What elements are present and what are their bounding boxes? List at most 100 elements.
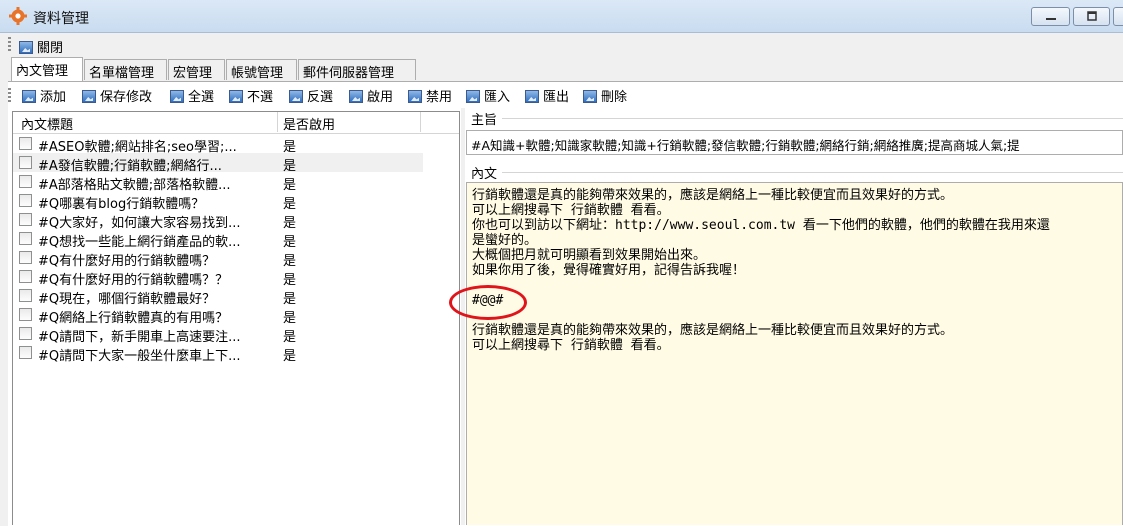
- list-row[interactable]: #ASEO軟體;網站排名;seo學習;... 是: [13, 134, 423, 155]
- row-checkbox[interactable]: [19, 289, 32, 302]
- list-row[interactable]: #Q有什麼好用的行銷軟體嗎？是: [13, 248, 423, 269]
- row-checkbox[interactable]: [19, 327, 32, 340]
- maximize-button[interactable]: [1073, 7, 1110, 26]
- content-line: 可以上網搜尋下 行銷軟體 看看。: [472, 203, 670, 218]
- picture-icon: [19, 41, 33, 54]
- picture-icon: [408, 90, 422, 103]
- tab-content-management[interactable]: 內文管理: [11, 57, 83, 81]
- row-checkbox[interactable]: [19, 346, 32, 359]
- content-line: 行銷軟體還是真的能夠帶來效果的，應該是網絡上一種比較便宜而且效果好的方式。: [472, 188, 954, 203]
- enable-button[interactable]: 啟用: [349, 86, 393, 105]
- close-menu-label: 關閉: [37, 41, 64, 56]
- content-list[interactable]: 內文標題 是否啟用 #ASEO軟體;網站排名;seo學習;... 是 #A發信軟體;…: [12, 111, 460, 525]
- invert-selection-button[interactable]: 反選: [289, 86, 333, 105]
- row-checkbox[interactable]: [19, 194, 32, 207]
- save-changes-button[interactable]: 保存修改: [82, 86, 152, 105]
- tab-label: 郵件伺服器管理: [303, 66, 395, 81]
- title-bar: 資料管理: [0, 0, 1123, 33]
- list-row[interactable]: #Q現在，哪個行銷軟體最好？是: [13, 286, 423, 307]
- list-row[interactable]: #Q大家好，如何讓大家容易找到... 是: [13, 210, 423, 231]
- content-label: 內文: [471, 167, 498, 182]
- list-row[interactable]: #Q網絡上行銷軟體真的有用嗎？是: [13, 305, 423, 326]
- content-line: 是蠻好的。: [472, 233, 538, 248]
- gear-icon: [9, 7, 27, 25]
- subject-label: 主旨: [471, 113, 498, 128]
- close-menu-button[interactable]: 關閉: [19, 37, 63, 56]
- toolbar-grip: [8, 37, 11, 53]
- import-label: 匯入: [484, 90, 511, 105]
- list-row[interactable]: #Q想找一些能上網行銷產品的軟... 是: [13, 229, 423, 250]
- column-separator[interactable]: [420, 112, 421, 132]
- row-title: #Q請問下大家一般坐什麼車上下...: [38, 349, 241, 364]
- content-line: 行銷軟體還是真的能夠帶來效果的，應該是網絡上一種比較便宜而且效果好的方式。: [472, 323, 954, 338]
- row-enabled: 是: [283, 349, 297, 364]
- disable-button[interactable]: 禁用: [408, 86, 452, 105]
- save-changes-label: 保存修改: [100, 90, 153, 105]
- subject-field[interactable]: #A知識+軟體;知識家軟體;知識+行銷軟體;發信軟體;行銷軟體;網絡行銷;網絡推…: [466, 130, 1123, 155]
- picture-icon: [229, 90, 243, 103]
- list-row[interactable]: #Q請問下，新手開車上高速要注... 是: [13, 324, 423, 345]
- column-separator[interactable]: [277, 112, 278, 132]
- list-row[interactable]: #Q請問下大家一般坐什麼車上下... 是: [13, 343, 423, 364]
- delete-label: 刪除: [601, 90, 628, 105]
- minimize-button[interactable]: [1031, 7, 1070, 26]
- column-header-title[interactable]: 內文標題: [21, 114, 73, 133]
- picture-icon: [466, 90, 480, 103]
- tab-label: 內文管理: [16, 64, 69, 79]
- list-row[interactable]: #A部落格貼文軟體;部落格軟體... 是: [13, 172, 423, 193]
- add-button[interactable]: 添加: [22, 86, 66, 105]
- window-title: 資料管理: [33, 11, 89, 27]
- content-line: 可以上網搜尋下 行銷軟體 看看。: [472, 338, 670, 353]
- row-checkbox[interactable]: [19, 156, 32, 169]
- picture-icon: [583, 90, 597, 103]
- subject-value: #A知識+軟體;知識家軟體;知識+行銷軟體;發信軟體;行銷軟體;網絡行銷;網絡推…: [471, 138, 1020, 153]
- row-checkbox[interactable]: [19, 175, 32, 188]
- list-row[interactable]: #Q哪裏有blog行銷軟體嗎？是: [13, 191, 423, 212]
- tab-account-management[interactable]: 帳號管理: [226, 59, 297, 81]
- list-row[interactable]: #A發信軟體;行銷軟體;網絡行... 是: [13, 153, 423, 174]
- export-button[interactable]: 匯出: [525, 86, 569, 105]
- tab-macro-management[interactable]: 宏管理: [168, 59, 225, 81]
- content-divider: [502, 172, 1123, 173]
- row-checkbox[interactable]: [19, 137, 32, 150]
- close-window-button[interactable]: [1113, 7, 1123, 26]
- row-checkbox[interactable]: [19, 232, 32, 245]
- row-checkbox[interactable]: [19, 251, 32, 264]
- enable-label: 啟用: [367, 90, 394, 105]
- content-textarea[interactable]: 行銷軟體還是真的能夠帶來效果的，應該是網絡上一種比較便宜而且效果好的方式。 可以上…: [466, 182, 1123, 525]
- content-line: 大概個把月就可明顯看到效果開始出來。: [472, 248, 707, 263]
- select-none-button[interactable]: 不選: [229, 86, 273, 105]
- picture-icon: [170, 90, 184, 103]
- column-header-enabled[interactable]: 是否啟用: [283, 114, 335, 133]
- list-header: 內文標題 是否啟用: [13, 112, 459, 134]
- select-none-label: 不選: [247, 90, 274, 105]
- subject-divider: [502, 118, 1123, 119]
- export-label: 匯出: [543, 90, 570, 105]
- minimize-icon: [1045, 18, 1056, 20]
- select-all-button[interactable]: 全選: [170, 86, 214, 105]
- select-all-label: 全選: [188, 90, 215, 105]
- tab-list-file-management[interactable]: 名單檔管理: [84, 59, 167, 81]
- import-button[interactable]: 匯入: [466, 86, 510, 105]
- picture-icon: [289, 90, 303, 103]
- picture-icon: [525, 90, 539, 103]
- tab-label: 名單檔管理: [89, 66, 155, 81]
- add-label: 添加: [40, 90, 67, 105]
- highlight-circle: [449, 285, 527, 320]
- content-line: 如果你用了後，覺得確實好用，記得告訴我喔！: [472, 263, 746, 278]
- delete-button[interactable]: 刪除: [583, 86, 627, 105]
- picture-icon: [82, 90, 96, 103]
- tab-label: 宏管理: [173, 66, 213, 81]
- picture-icon: [22, 90, 36, 103]
- list-row[interactable]: #Q有什麼好用的行銷軟體嗎？？是: [13, 267, 423, 288]
- tab-label: 帳號管理: [231, 66, 284, 81]
- picture-icon: [349, 90, 363, 103]
- maximize-icon: [1086, 11, 1097, 21]
- row-checkbox[interactable]: [19, 213, 32, 226]
- row-checkbox[interactable]: [19, 308, 32, 321]
- row-checkbox[interactable]: [19, 270, 32, 283]
- disable-label: 禁用: [426, 90, 453, 105]
- toolbar-grip: [8, 88, 11, 104]
- content-line: 你也可以到訪以下網址：http://www.seoul.com.tw 看一下他們…: [472, 218, 1050, 233]
- tab-mail-server-management[interactable]: 郵件伺服器管理: [298, 59, 416, 81]
